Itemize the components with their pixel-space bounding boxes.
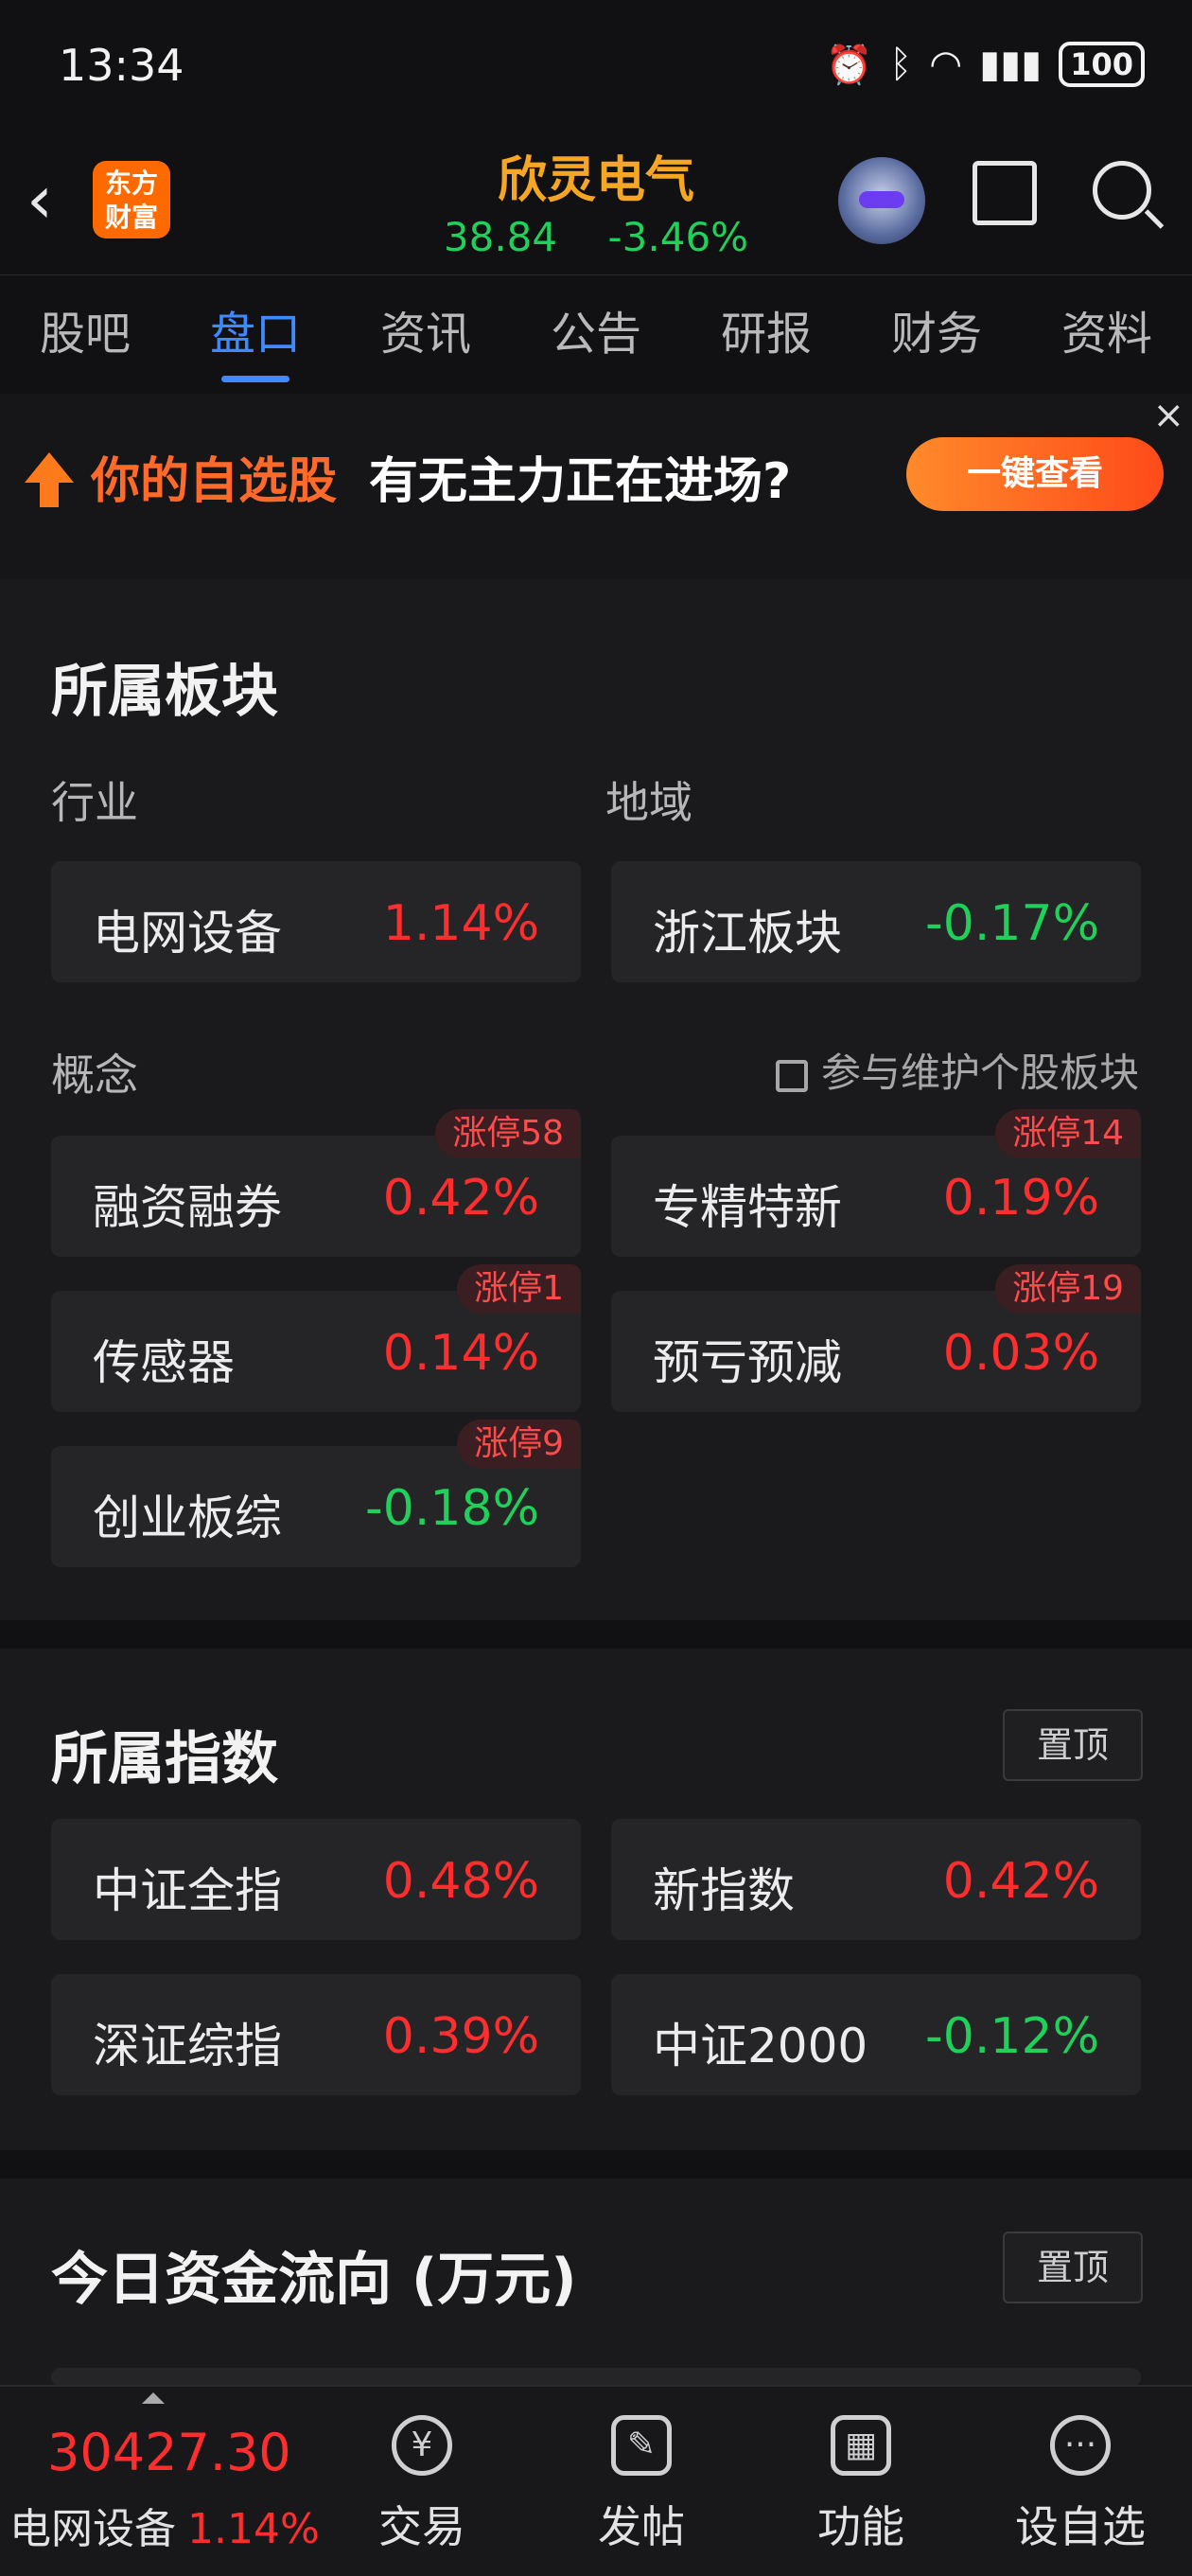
ai-robot-icon[interactable] xyxy=(838,157,925,244)
tab-finance[interactable]: 财务 xyxy=(851,275,1022,394)
tab-profile[interactable]: 资料 xyxy=(1022,275,1192,394)
limit-up-badge: 涨停19 xyxy=(995,1264,1141,1314)
expand-caret-icon[interactable] xyxy=(142,2392,165,2404)
concept-card[interactable]: 涨停58 融资融券 0.42% xyxy=(51,1109,581,1257)
stock-header: ‹ 东方 财富 欣灵电气 38.84 -3.46% xyxy=(0,132,1192,274)
nav-functions[interactable]: ▦ 功能 xyxy=(795,2415,927,2555)
grid-icon: ▦ xyxy=(831,2415,891,2476)
battery-icon: 100 xyxy=(1059,42,1145,87)
concept-card[interactable]: 涨停14 专精特新 0.19% xyxy=(611,1109,1141,1257)
sector-index-name: 电网设备 1.14% xyxy=(9,2505,320,2553)
banner-highlight: 你的自选股 xyxy=(91,453,338,510)
bottom-toolbar: 30427.30 电网设备 1.14% ¥ 交易 ✎ 发帖 ▦ 功能 ··· 设自… xyxy=(0,2385,1192,2576)
more-icon: ··· xyxy=(1050,2415,1111,2476)
banner-text: 有无主力正在进场? xyxy=(369,453,792,510)
section-title: 今日资金流向 (万元) xyxy=(51,2247,577,2313)
search-icon[interactable] xyxy=(1093,161,1151,220)
concept-label: 概念 xyxy=(51,1050,138,1101)
fund-flow-section: 今日资金流向 (万元) 置顶 xyxy=(0,2179,1192,2387)
index-card[interactable]: 深证综指 0.39% xyxy=(51,1974,581,2095)
tab-news[interactable]: 资讯 xyxy=(341,275,511,394)
region-label: 地域 xyxy=(605,777,692,828)
limit-up-badge: 涨停58 xyxy=(435,1109,581,1158)
concept-card[interactable]: 涨停19 预亏预减 0.03% xyxy=(611,1264,1141,1412)
industry-label: 行业 xyxy=(51,777,138,828)
index-card[interactable]: 中证2000 -0.12% xyxy=(611,1974,1141,2095)
pin-to-top-button[interactable]: 置顶 xyxy=(1003,2232,1143,2303)
yen-exchange-icon: ¥ xyxy=(392,2415,452,2476)
wifi-icon: ◠ xyxy=(929,43,963,86)
nav-add-watchlist[interactable]: ··· 设自选 xyxy=(1014,2415,1147,2555)
stock-tabs: 股吧 盘口 资讯 公告 研报 财务 资料 xyxy=(0,274,1192,395)
alarm-icon: ⏰ xyxy=(825,43,873,87)
nav-post[interactable]: ✎ 发帖 xyxy=(575,2415,708,2555)
region-card[interactable]: 浙江板块 -0.17% xyxy=(611,861,1141,982)
limit-up-badge: 涨停1 xyxy=(457,1264,581,1314)
status-time: 13:34 xyxy=(59,40,184,91)
status-icons: ⏰ ᛒ ◠ ▮▮▮ 100 xyxy=(825,42,1145,87)
edit-post-icon: ✎ xyxy=(611,2415,672,2476)
bluetooth-icon: ᛒ xyxy=(889,43,913,86)
indices-section: 所属指数 置顶 中证全指 0.48% 新指数 0.42% 深证综指 0.39% … xyxy=(0,1649,1192,2150)
pencil-icon xyxy=(775,1060,808,1092)
tab-announcements[interactable]: 公告 xyxy=(511,275,681,394)
sector-index-value: 30427.30 xyxy=(47,2423,291,2482)
index-card[interactable]: 新指数 0.42% xyxy=(611,1819,1141,1940)
nav-trade[interactable]: ¥ 交易 xyxy=(356,2415,488,2555)
close-icon[interactable]: × xyxy=(1152,394,1184,437)
signal-icon: ▮▮▮ xyxy=(979,43,1043,86)
up-arrow-icon xyxy=(25,452,74,507)
status-bar: 13:34 ⏰ ᛒ ◠ ▮▮▮ 100 xyxy=(0,0,1192,132)
sectors-section: 所属板块 行业 地域 电网设备 1.14% 浙江板块 -0.17% 概念 参与维… xyxy=(0,579,1192,1620)
concept-card[interactable]: 涨停9 创业板综 -0.18% xyxy=(51,1420,581,1567)
pin-to-top-button[interactable]: 置顶 xyxy=(1003,1709,1143,1781)
share-icon[interactable] xyxy=(973,161,1037,225)
stock-price: 38.84 xyxy=(443,214,558,260)
promo-banner[interactable]: 你的自选股 有无主力正在进场? 一键查看 × xyxy=(0,394,1192,579)
maintain-sectors-link[interactable]: 参与维护个股板块 xyxy=(775,1041,1139,1099)
limit-up-badge: 涨停14 xyxy=(995,1109,1141,1158)
industry-card[interactable]: 电网设备 1.14% xyxy=(51,861,581,982)
tab-research[interactable]: 研报 xyxy=(681,275,851,394)
stock-change-pct: -3.46% xyxy=(607,214,749,260)
tab-pankou[interactable]: 盘口 xyxy=(170,275,341,394)
section-title: 所属板块 xyxy=(51,659,278,725)
view-now-button[interactable]: 一键查看 xyxy=(906,437,1164,511)
section-title: 所属指数 xyxy=(51,1726,278,1792)
index-card[interactable]: 中证全指 0.48% xyxy=(51,1819,581,1940)
fund-flow-card xyxy=(51,2368,1141,2387)
concept-card[interactable]: 涨停1 传感器 0.14% xyxy=(51,1264,581,1412)
tab-guba[interactable]: 股吧 xyxy=(0,275,170,394)
limit-up-badge: 涨停9 xyxy=(457,1420,581,1469)
